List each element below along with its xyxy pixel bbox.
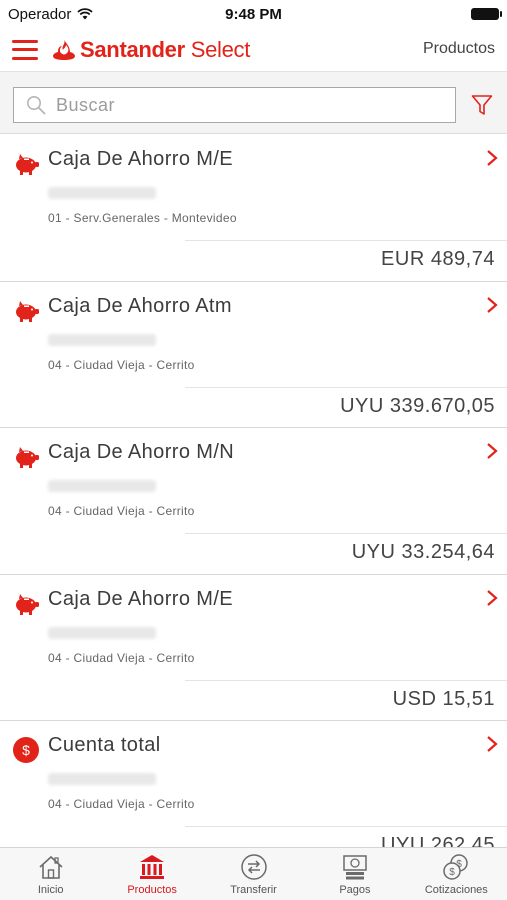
- svg-text:$: $: [450, 867, 456, 878]
- piggy-bank-icon: [16, 593, 39, 615]
- search-icon: [27, 96, 46, 115]
- divider: [185, 533, 507, 534]
- piggy-bank-icon: [16, 300, 39, 322]
- divider: [185, 679, 507, 681]
- piggy-bank-icon: [16, 154, 39, 175]
- tab-label: Transferir: [230, 884, 277, 896]
- masked-account-number: [48, 333, 156, 346]
- chevron-right-icon[interactable]: [485, 149, 499, 167]
- product-branch: 04 - Ciudad Vieja - Cerrito: [48, 504, 195, 518]
- status-left: Operador: [8, 5, 94, 23]
- product-balance: UYU 262,45: [381, 834, 495, 847]
- divider: [185, 240, 507, 241]
- piggy-bank-icon: [16, 447, 39, 468]
- tab-cotizaciones[interactable]: $ $ Cotizaciones: [406, 848, 507, 900]
- product-title: Caja De Ahorro M/E: [48, 148, 234, 170]
- brand-name: Santander Select: [80, 37, 250, 63]
- tab-inicio[interactable]: Inicio: [0, 848, 101, 900]
- tab-pagos[interactable]: Pagos: [304, 848, 405, 900]
- chevron-right-icon[interactable]: [485, 296, 499, 314]
- payments-icon: [343, 855, 367, 880]
- transfer-icon: [240, 854, 267, 880]
- product-list: Caja De Ahorro M/E 01 - Serv.Generales -…: [0, 135, 507, 847]
- product-branch: 04 - Ciudad Vieja - Cerrito: [48, 357, 195, 372]
- tab-label: Productos: [127, 884, 177, 896]
- product-balance: USD 15,51: [392, 687, 495, 710]
- tab-transferir[interactable]: Transferir: [203, 848, 304, 900]
- brand-suffix: Select: [190, 36, 251, 62]
- products-link[interactable]: Productos: [423, 40, 495, 58]
- svg-text:$: $: [22, 742, 30, 758]
- battery-icon: [471, 8, 502, 20]
- status-bar: Operador 9:48 PM: [0, 0, 507, 28]
- product-balance: UYU 33.254,64: [351, 541, 495, 563]
- brand-primary: Santander: [80, 36, 185, 62]
- product-balance: EUR 489,74: [381, 248, 495, 270]
- chevron-right-icon[interactable]: [485, 735, 499, 753]
- masked-account-number: [48, 187, 156, 199]
- tab-productos[interactable]: Productos: [101, 848, 202, 900]
- filter-icon[interactable]: [471, 94, 493, 116]
- product-item[interactable]: Caja De Ahorro M/E 01 - Serv.Generales -…: [0, 135, 507, 282]
- product-title: Caja De Ahorro M/E: [48, 587, 234, 610]
- tab-bar: Inicio Productos Transferir Pagos $ $ Co…: [0, 847, 507, 900]
- chevron-right-icon[interactable]: [485, 589, 499, 607]
- product-branch: 01 - Serv.Generales - Montevideo: [48, 211, 237, 225]
- carrier-label: Operador: [8, 5, 72, 23]
- masked-account-number: [48, 480, 156, 492]
- tab-label: Cotizaciones: [424, 884, 488, 896]
- masked-account-number: [48, 773, 156, 785]
- product-item[interactable]: Caja De Ahorro M/N 04 - Ciudad Vieja - C…: [0, 428, 507, 575]
- search-row: [0, 72, 507, 134]
- product-title: Caja De Ahorro Atm: [48, 294, 232, 317]
- tab-label: Pagos: [339, 884, 371, 896]
- bank-icon: [140, 855, 165, 879]
- masked-account-number: [48, 626, 156, 639]
- product-item[interactable]: $ Cuenta total 04 - Ciudad Vieja - Cerri…: [0, 721, 507, 847]
- santander-logo: Santander Select: [52, 37, 250, 63]
- divider: [185, 826, 507, 827]
- chevron-right-icon[interactable]: [485, 442, 499, 460]
- tab-label: Inicio: [37, 884, 64, 896]
- flame-icon: [53, 39, 75, 60]
- search-box: [13, 87, 456, 123]
- product-title: Cuenta total: [48, 734, 161, 756]
- wifi-icon: [77, 8, 94, 20]
- exchange-rates-icon: $ $: [443, 854, 469, 880]
- nav-bar: Santander Select Productos: [0, 28, 507, 72]
- menu-icon[interactable]: [12, 39, 38, 60]
- search-input[interactable]: [56, 94, 416, 116]
- divider: [185, 386, 507, 388]
- product-title: Caja De Ahorro M/N: [48, 441, 235, 463]
- product-branch: 04 - Ciudad Vieja - Cerrito: [48, 650, 195, 665]
- product-item[interactable]: Caja De Ahorro Atm 04 - Ciudad Vieja - C…: [0, 282, 507, 428]
- product-balance: UYU 339.670,05: [340, 394, 495, 417]
- home-icon: [39, 855, 63, 879]
- dollar-coin-icon: $: [13, 737, 39, 763]
- product-item[interactable]: Caja De Ahorro M/E 04 - Ciudad Vieja - C…: [0, 575, 507, 721]
- product-branch: 04 - Ciudad Vieja - Cerrito: [48, 797, 195, 811]
